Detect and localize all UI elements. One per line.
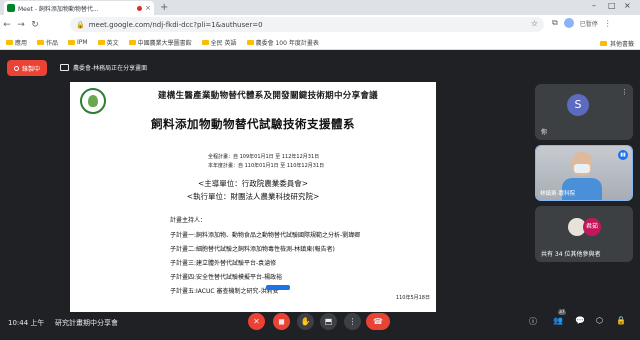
shared-screen-slide: 建構生醫產業動物替代體系及開發關鍵技術期中分享會議 飼料添加物動物替代試驗技術支… — [70, 82, 436, 312]
recording-indicator-icon — [137, 5, 143, 11]
meeting-details-icon[interactable]: ⓘ — [529, 316, 537, 327]
speaking-icon: ▮▮ — [618, 150, 628, 160]
more-options-icon[interactable]: ⋮ — [621, 88, 628, 96]
apps-icon — [6, 39, 13, 45]
bookmark-item[interactable]: 全民 英語 — [201, 38, 237, 47]
tab-title: Meet - 飼料添加物動物替代... — [18, 5, 99, 13]
back-icon[interactable]: ← — [0, 20, 14, 30]
folder-icon — [599, 41, 607, 46]
folder-icon — [68, 39, 76, 45]
present-screen-icon — [60, 64, 69, 71]
project-item: 子計畫二:細胞替代試驗之飼料添加物毒性檢測-林鎮東(報告者) — [170, 246, 335, 253]
browser-tab[interactable]: Meet - 飼料添加物動物替代... × — [4, 1, 154, 15]
profile-status: 已暫停 — [579, 20, 598, 28]
slide-date: 110年5月18日 — [395, 295, 430, 301]
bookmark-item[interactable]: 農委會 100 年度計畫表 — [246, 38, 319, 47]
profile-avatar[interactable] — [563, 18, 574, 28]
menu-icon[interactable]: ⋮ — [604, 19, 612, 28]
camera-off-button[interactable]: ◼ — [273, 313, 290, 330]
new-tab-button[interactable]: + — [160, 2, 168, 13]
slide-title: 建構生醫產業動物替代體系及開發關鍵技術期中分享會議 — [157, 91, 378, 101]
url-text: meet.google.com/ndj-fkdi-dcc?pli=1&authu… — [88, 20, 263, 29]
presenter-banner: 農委會-林務局正在分享畫面 — [60, 63, 147, 72]
project-item: 子計畫四:安全性替代試驗模擬平台-楊政裕 — [170, 274, 283, 281]
bookmark-item[interactable]: 中國農業大學圖書館 — [128, 38, 192, 47]
address-bar[interactable]: 🔒 meet.google.com/ndj-fkdi-dcc?pli=1&aut… — [70, 17, 544, 32]
recording-chip[interactable]: 錄製中 — [7, 60, 47, 76]
avatar: 君茹 — [583, 218, 601, 236]
bookmark-item[interactable]: 英文 — [97, 38, 119, 47]
present-now-button[interactable]: ⬒ — [320, 313, 337, 330]
project-item: 子計畫一:飼料添加物、動物食品之動物替代試驗國際規範之分析-劉瑋卿 — [170, 232, 361, 239]
raise-hand-button[interactable]: ✋ — [297, 313, 314, 330]
more-options-button[interactable]: ⋮ — [344, 313, 361, 330]
folder-icon — [246, 39, 254, 45]
host-controls-icon[interactable]: 🔒 — [616, 316, 626, 325]
bookmark-item[interactable]: IPM — [68, 39, 88, 46]
leave-call-button[interactable]: ☎ — [366, 313, 390, 330]
meet-favicon-icon — [7, 4, 15, 12]
meeting-title: 研究計畫期中分享會 — [55, 319, 118, 327]
folder-icon — [37, 39, 45, 45]
others-count-label: 共有 34 位其他參與者 — [541, 251, 601, 258]
participant-tile-others[interactable]: 君茹 共有 34 位其他參與者 — [535, 206, 633, 262]
tab-close-icon[interactable]: × — [145, 4, 151, 12]
presenter-label: 農委會-林務局正在分享畫面 — [73, 65, 148, 72]
period-year: 本年度計畫：自 110年01月1日 至 110年12月31日 — [208, 163, 325, 169]
participant-tile-presenter[interactable]: ▮▮ 林鎮東-農科院 — [535, 145, 633, 201]
slide-subtitle: 飼料添加物動物替代試驗技術支援體系 — [151, 117, 355, 131]
chat-icon[interactable]: 💬 — [575, 316, 585, 325]
reload-icon[interactable]: ↻ — [28, 20, 42, 30]
maximize-button[interactable]: □ — [608, 1, 616, 10]
exec-agency: <執行單位：財團法人農業科技研究院> — [186, 192, 320, 201]
participant-name: 你 — [541, 129, 548, 136]
people-icon[interactable]: 👥 — [553, 316, 563, 325]
host-agency: <主導單位：行政院農業委員會> — [197, 179, 309, 188]
minimize-button[interactable]: – — [592, 1, 596, 10]
period-total: 全程計畫：自 109年01月1日 至 112年12月31日 — [208, 154, 320, 160]
screen: Meet - 飼料添加物動物替代... × + – □ × ← → ↻ 🔒 me… — [0, 0, 640, 340]
activities-icon[interactable]: ⬡ — [596, 316, 603, 325]
project-item: 子計畫五:IACUC 審查機制之研究-洪莉安 — [170, 288, 279, 295]
face-mask — [574, 164, 590, 173]
browser-tabstrip: Meet - 飼料添加物動物替代... × + – □ × — [0, 0, 640, 15]
folder-icon — [201, 39, 209, 45]
toolbar-right: ⧉ 已暫停 ⋮ — [552, 18, 612, 28]
folder-icon — [97, 39, 105, 45]
mic-off-button[interactable]: ✕ — [248, 313, 265, 330]
avatar: S — [567, 94, 589, 116]
extension-icon[interactable]: ⧉ — [552, 18, 558, 28]
other-bookmarks[interactable]: 其他書籤 — [599, 39, 634, 48]
project-item: 子計畫三:建立體外替代試驗平台-袁滄修 — [170, 260, 277, 267]
lock-icon: 🔒 — [76, 20, 85, 29]
bookmark-item[interactable]: 作品 — [37, 38, 58, 47]
projects-heading: 計畫主持人： — [170, 217, 207, 224]
folder-icon — [128, 39, 136, 45]
participant-name: 林鎮東-農科院 — [540, 191, 575, 197]
participant-count-badge: 37 — [558, 310, 566, 315]
bookmark-item[interactable]: 應用 — [6, 38, 27, 47]
bookmark-star-icon[interactable]: ☆ — [531, 19, 538, 28]
coa-logo-icon — [80, 88, 106, 114]
close-window-button[interactable]: × — [624, 1, 631, 10]
meeting-time: 10:44 上午 — [8, 319, 45, 327]
stop-sharing-button[interactable] — [266, 285, 290, 290]
recording-label: 錄製中 — [21, 65, 40, 73]
participant-tile-self[interactable]: S ⋮ 你 — [535, 84, 633, 140]
record-icon — [13, 65, 19, 71]
forward-icon[interactable]: → — [14, 20, 28, 30]
bookmarks-bar: 應用 作品 IPM 英文 中國農業大學圖書館 全民 英語 農委會 100 年度計… — [0, 35, 640, 50]
